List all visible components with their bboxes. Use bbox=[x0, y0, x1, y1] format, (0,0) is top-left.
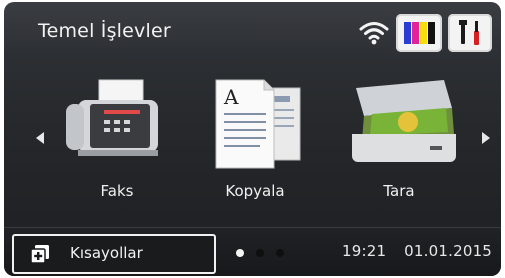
lcd-screen: Temel İşlevler Faks A Kopyala Tara Kısay… bbox=[4, 2, 501, 276]
app-copy[interactable]: A Kopyala bbox=[190, 74, 320, 214]
date: 01.01.2015 bbox=[404, 242, 493, 260]
settings-button[interactable] bbox=[448, 14, 492, 52]
app-scan-label: Tara bbox=[383, 182, 415, 200]
page-dot-2 bbox=[256, 249, 264, 257]
datetime: 19:21 01.01.2015 bbox=[342, 242, 492, 260]
time: 19:21 bbox=[342, 242, 387, 260]
app-scan[interactable]: Tara bbox=[334, 74, 464, 214]
shortcuts-label: Kısayollar bbox=[70, 244, 143, 262]
copy-icon: A bbox=[215, 79, 301, 169]
app-fax-label: Faks bbox=[100, 182, 134, 200]
bottom-bar: Kısayollar 19:21 01.01.2015 bbox=[4, 227, 501, 276]
ink-bar-yellow bbox=[420, 22, 427, 44]
shortcut-add-icon bbox=[30, 245, 49, 264]
wifi-icon[interactable] bbox=[359, 20, 389, 46]
ink-bar-cyan bbox=[404, 22, 411, 44]
app-copy-label: Kopyala bbox=[225, 182, 285, 200]
page-dot-1 bbox=[236, 249, 244, 257]
scroll-right-arrow-icon[interactable] bbox=[482, 132, 490, 144]
page-indicator bbox=[236, 249, 284, 257]
ink-bar-black bbox=[428, 22, 435, 44]
page-dot-3 bbox=[276, 249, 284, 257]
shortcuts-button[interactable]: Kısayollar bbox=[12, 234, 216, 274]
ink-bar-magenta bbox=[412, 22, 419, 44]
scan-icon bbox=[352, 80, 456, 162]
svg-text:A: A bbox=[223, 85, 239, 109]
page-title: Temel İşlevler bbox=[38, 20, 171, 42]
settings-tools-icon bbox=[459, 20, 479, 45]
ink-button[interactable] bbox=[396, 14, 442, 52]
app-fax[interactable]: Faks bbox=[52, 74, 182, 214]
fax-icon bbox=[66, 79, 158, 156]
scroll-left-arrow-icon[interactable] bbox=[36, 132, 44, 144]
